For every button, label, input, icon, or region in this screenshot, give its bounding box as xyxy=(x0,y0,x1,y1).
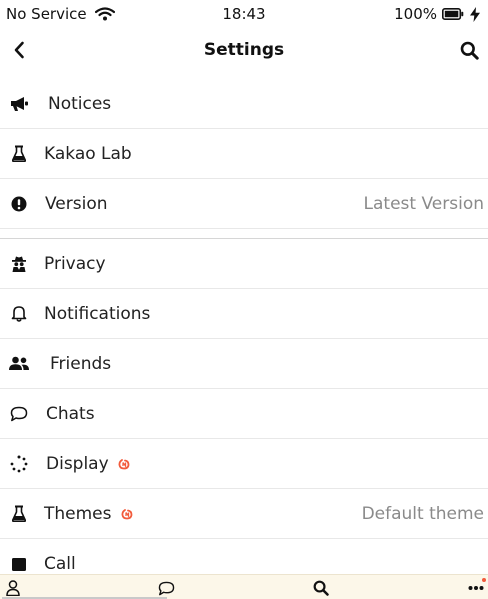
flask-icon xyxy=(9,144,29,164)
settings-item-chats[interactable]: Chats xyxy=(0,389,488,439)
back-button[interactable] xyxy=(8,38,30,62)
megaphone-icon xyxy=(9,94,29,114)
settings-item-label: Notifications xyxy=(44,303,151,324)
person-icon xyxy=(6,580,20,596)
version-status: Latest Version xyxy=(363,193,484,214)
settings-item-label: Friends xyxy=(50,353,112,374)
settings-item-label: Themes xyxy=(44,503,112,524)
status-left: No Service xyxy=(6,5,115,23)
settings-item-label: Call xyxy=(44,553,76,574)
settings-item-label: Notices xyxy=(48,93,112,114)
status-right: 100% xyxy=(394,5,480,23)
spinner-dots-icon xyxy=(9,454,29,474)
settings-item-notices[interactable]: Notices xyxy=(0,79,488,129)
battery-percent: 100% xyxy=(394,5,437,23)
chat-bubble-icon xyxy=(9,404,29,424)
settings-item-themes[interactable]: Themes Default theme xyxy=(0,489,488,539)
tab-friends[interactable] xyxy=(4,579,22,597)
settings-item-display[interactable]: Display xyxy=(0,439,488,489)
battery-icon xyxy=(442,8,464,20)
users-icon xyxy=(9,354,29,374)
new-badge-icon xyxy=(118,458,130,470)
wifi-icon xyxy=(94,7,115,21)
settings-item-version[interactable]: Version Latest Version xyxy=(0,179,488,229)
settings-item-friends[interactable]: Friends xyxy=(0,339,488,389)
settings-item-label: Chats xyxy=(46,403,95,424)
tab-chats[interactable] xyxy=(157,579,175,597)
settings-item-label: Kakao Lab xyxy=(44,143,132,164)
search-button[interactable] xyxy=(458,39,480,61)
settings-item-label: Version xyxy=(45,193,108,214)
bell-icon xyxy=(9,304,29,324)
charging-bolt-icon xyxy=(470,6,480,22)
back-chevron-icon xyxy=(13,41,25,59)
exclamation-circle-icon xyxy=(9,194,29,214)
settings-item-notifications[interactable]: Notifications xyxy=(0,289,488,339)
navigation-bar: Settings xyxy=(0,30,488,72)
search-icon xyxy=(460,41,479,60)
spy-icon xyxy=(9,254,29,274)
settings-item-label: Display xyxy=(46,453,109,474)
page-title: Settings xyxy=(203,40,285,60)
section-divider xyxy=(0,229,488,239)
current-theme-value: Default theme xyxy=(361,503,484,524)
new-badge-icon xyxy=(121,508,133,520)
settings-item-privacy[interactable]: Privacy xyxy=(0,239,488,289)
settings-list: Notices Kakao Lab Version Latest Version xyxy=(0,79,488,589)
chat-bubble-icon xyxy=(158,581,175,596)
status-bar: No Service 18:43 100% xyxy=(0,0,488,30)
settings-item-kakao-lab[interactable]: Kakao Lab xyxy=(0,129,488,179)
more-dots-icon xyxy=(468,585,484,591)
flask-icon xyxy=(9,504,29,524)
tab-search[interactable] xyxy=(312,579,330,597)
call-icon xyxy=(9,554,29,574)
notification-dot xyxy=(482,578,486,582)
search-icon xyxy=(313,580,329,596)
settings-item-label: Privacy xyxy=(44,253,106,274)
bottom-tab-bar xyxy=(0,574,488,599)
carrier-label: No Service xyxy=(6,5,87,23)
